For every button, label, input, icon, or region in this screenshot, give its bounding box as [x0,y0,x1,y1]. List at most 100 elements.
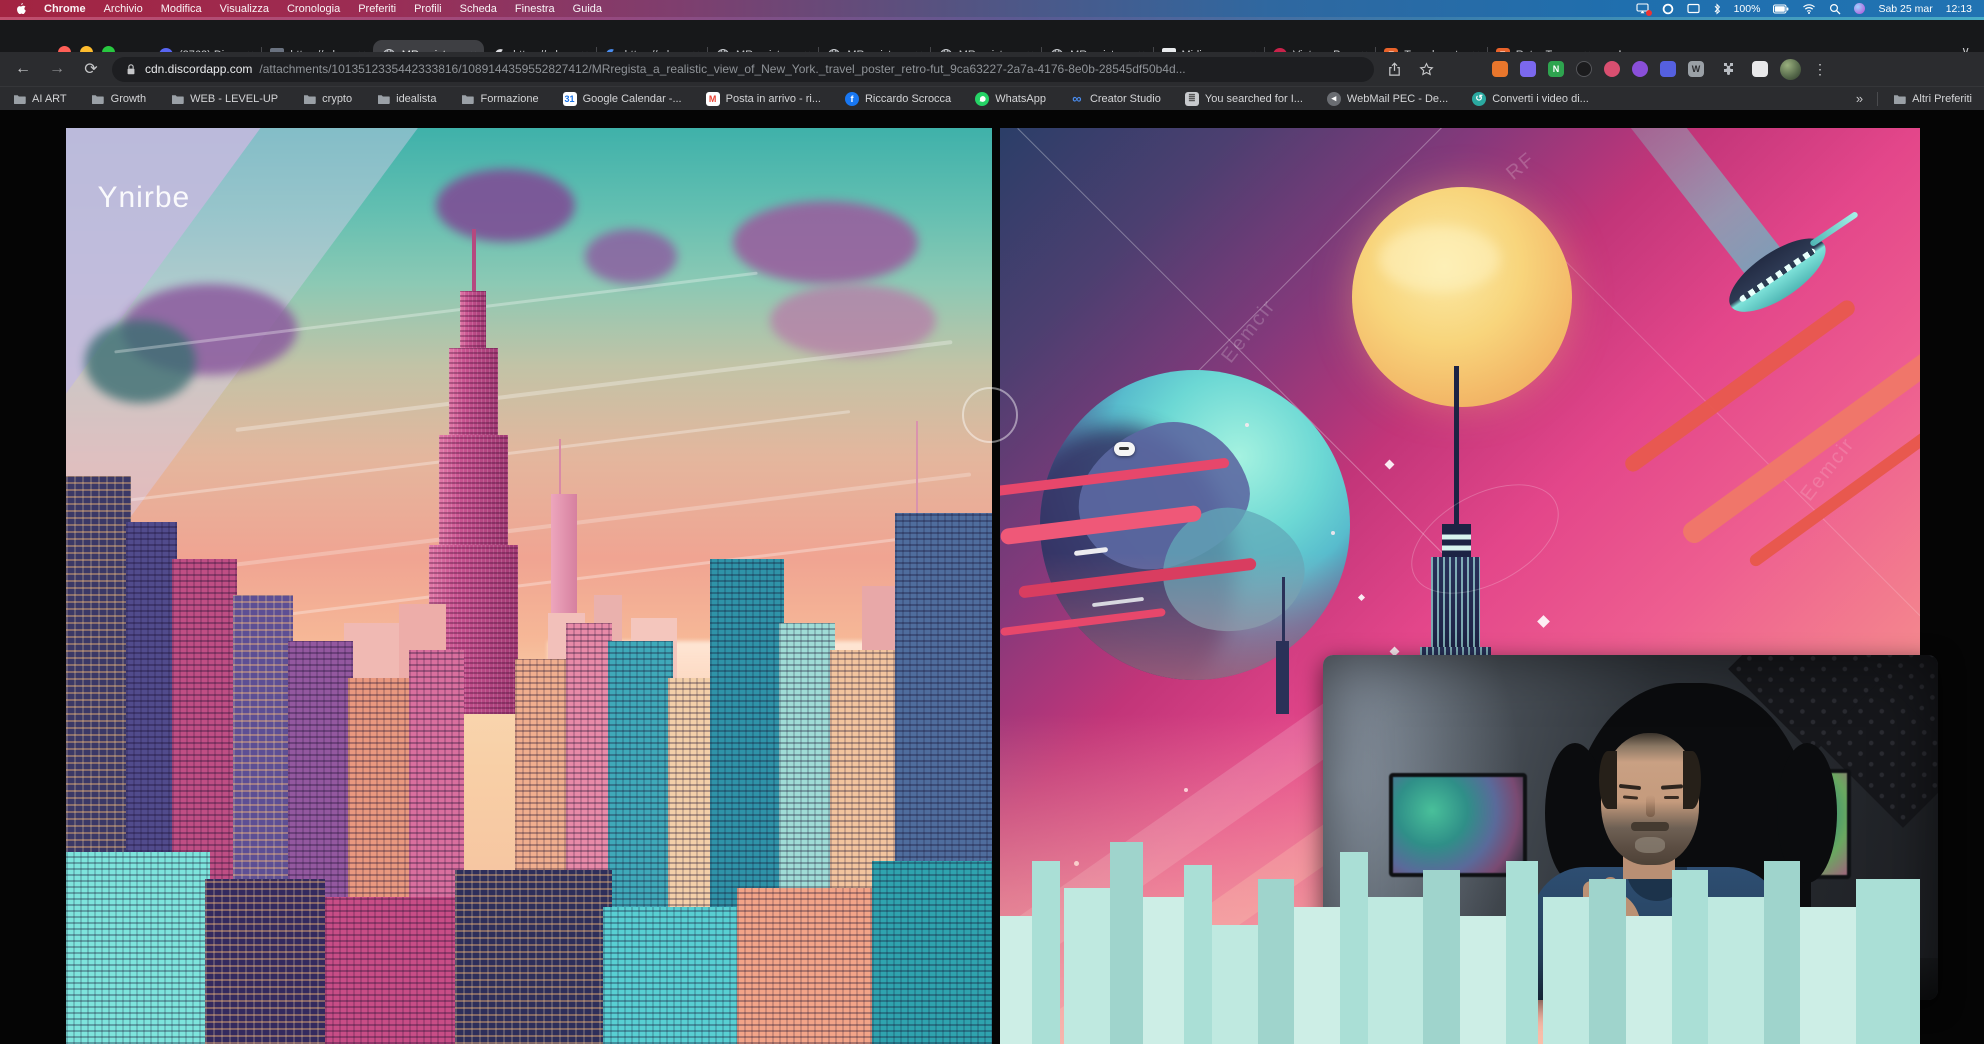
folder-icon [460,92,474,106]
poster-left-new-york[interactable]: Ynirbe [66,128,992,1044]
bookmark-label: Riccardo Scrocca [865,93,951,105]
bookmark-item[interactable]: WhatsApp [975,92,1046,106]
extension-purple-icon[interactable] [1632,61,1648,77]
address-bar[interactable]: cdn.discordapp.com /attachments/10135123… [112,57,1374,82]
browser-toolbar: ← → ⟳ cdn.discordapp.com /attachments/10… [0,52,1984,86]
building [872,861,992,1044]
building [1589,879,1626,1044]
folder-icon [302,92,316,106]
extension-violet-icon[interactable] [1520,61,1536,77]
meta-infinity-icon: ∞ [1070,92,1084,106]
bookmark-label: WEB - LEVEL-UP [190,93,278,105]
other-bookmarks-folder[interactable]: Altri Preferiti [1892,92,1972,106]
bookmark-label: Creator Studio [1090,93,1161,105]
menubar-item-modifica[interactable]: Modifica [161,3,202,15]
menubar-item-archivio[interactable]: Archivio [104,3,143,15]
bookmarks-bar: AI ART Growth WEB - LEVEL-UP crypto idealist… [0,86,1984,110]
red-streak [1679,341,1920,547]
bookmark-label: Posta in arrivo - ri... [726,93,821,105]
folder-icon [170,92,184,106]
building [1110,842,1142,1044]
building [1800,907,1855,1044]
bookmark-item[interactable]: ∞ Creator Studio [1070,92,1161,106]
google-calendar-icon: 31 [563,92,577,106]
apple-icon[interactable] [14,2,26,15]
bookmark-item[interactable]: crypto [302,92,352,106]
bookmark-item[interactable]: f Riccardo Scrocca [845,92,951,106]
cloud [436,169,575,242]
bookmark-item[interactable]: ◂WebMail PEC - De... [1327,92,1448,106]
window-edge [0,17,1984,20]
menubar-item-cronologia[interactable]: Cronologia [287,3,340,15]
building [1368,897,1423,1044]
bookmark-item[interactable]: ↺Converti i video di... [1472,92,1589,106]
building [1708,897,1763,1044]
building [1340,852,1368,1044]
bookmark-item[interactable]: idealista [376,92,436,106]
extension-green-icon[interactable]: N [1548,61,1564,77]
battery-icon[interactable] [1773,4,1789,14]
building [1258,879,1295,1044]
bookmark-label: Formazione [480,93,538,105]
bookmark-label: idealista [396,93,436,105]
focus-mode-icon[interactable] [1662,3,1674,15]
bluetooth-icon[interactable] [1713,3,1721,15]
extension-gray-icon[interactable]: W [1688,61,1704,77]
display-icon[interactable] [1687,3,1700,14]
screen-recording-icon[interactable] [1636,3,1649,14]
folder-icon [376,92,390,106]
building [1460,916,1506,1044]
siri-icon[interactable] [1854,3,1865,14]
divider [1877,92,1878,106]
bookmark-item[interactable]: MPosta in arrivo - ri... [706,92,821,106]
bookmark-item[interactable]: Formazione [460,92,538,106]
folder-icon [1892,92,1906,106]
recording-badge [1646,10,1652,16]
ufo-nose [1809,211,1859,247]
bookmark-label: You searched for I... [1205,93,1303,105]
bookmark-item[interactable]: 31Google Calendar -... [563,92,682,106]
bookmark-label: Growth [111,93,146,105]
menubar-item-profili[interactable]: Profili [414,3,442,15]
bookmarks-overflow-chevron[interactable]: » [1856,91,1863,106]
menu-kebab-icon[interactable]: ⋮ [1813,61,1827,78]
bookmark-label: AI ART [32,93,67,105]
menubar-item-chrome[interactable]: Chrome [44,3,86,15]
extension-indigo-icon[interactable] [1660,61,1676,77]
sparkle [1358,594,1365,601]
forward-button[interactable]: → [44,56,70,82]
bookmark-item[interactable]: ≣You searched for I... [1185,92,1303,106]
bookmark-item[interactable]: AI ART [12,92,67,106]
building [1764,861,1801,1044]
extensions-puzzle-icon[interactable] [1716,57,1740,81]
menubar-item-guida[interactable]: Guida [573,3,602,15]
wifi-icon[interactable] [1802,3,1816,14]
watermark-oval [1393,462,1577,617]
menubar-item-preferiti[interactable]: Preferiti [358,3,396,15]
spotlight-icon[interactable] [1829,3,1841,15]
extension-hubspot-icon[interactable] [1492,61,1508,77]
back-button[interactable]: ← [10,56,36,82]
bookmark-item[interactable]: Growth [91,92,146,106]
thin-spire-body [1276,641,1289,714]
building [66,852,210,1044]
menubar-time[interactable]: 12:13 [1946,3,1972,15]
reload-button[interactable]: ⟳ [78,56,104,82]
menubar-item-finestra[interactable]: Finestra [515,3,555,15]
sparkle [1385,460,1395,470]
facebook-icon: f [845,92,859,106]
folder-icon [91,92,105,106]
menubar-date[interactable]: Sab 25 mar [1878,3,1932,15]
bookmark-star-icon[interactable] [1414,57,1438,81]
share-icon[interactable] [1382,57,1406,81]
menubar-item-visualizza[interactable]: Visualizza [220,3,269,15]
thin-spire [1282,577,1285,650]
star-dot [1245,423,1249,427]
menubar-item-scheda[interactable]: Scheda [460,3,497,15]
sparkle [1537,615,1550,628]
extension-pink-icon[interactable] [1604,61,1620,77]
profile-avatar[interactable] [1780,59,1801,80]
extension-light-icon[interactable] [1752,61,1768,77]
bookmark-item[interactable]: WEB - LEVEL-UP [170,92,278,106]
extension-dark-icon[interactable] [1576,61,1592,77]
